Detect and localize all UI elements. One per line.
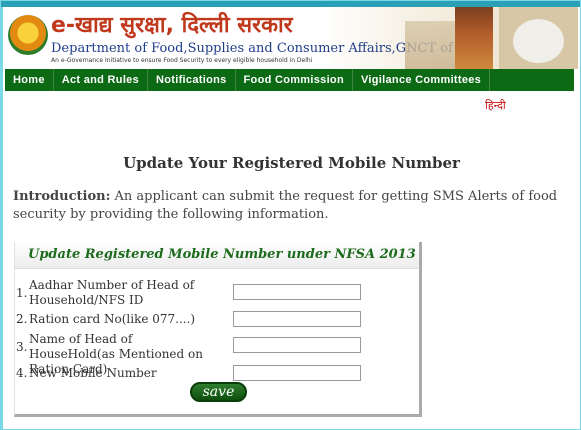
row-number: 2. bbox=[16, 312, 28, 326]
ration-card-input[interactable] bbox=[233, 311, 361, 327]
language-toggle-link[interactable]: हिन्दी bbox=[485, 98, 506, 113]
page-title: Update Your Registered Mobile Number bbox=[123, 154, 460, 172]
left-border bbox=[1, 7, 3, 429]
aadhar-label: Aadhar Number of Head of Household/NFS I… bbox=[29, 278, 195, 307]
header-photo-bags bbox=[405, 21, 455, 69]
nav-food-commission[interactable]: Food Commission bbox=[236, 69, 353, 91]
nav-vigilance-committees[interactable]: Vigilance Committees bbox=[353, 69, 491, 91]
head-name-input[interactable] bbox=[233, 337, 361, 353]
page-frame: e-खाद्य सुरक्षा, दिल्ली सरकार Department… bbox=[0, 0, 581, 430]
nav-act-and-rules[interactable]: Act and Rules bbox=[54, 69, 149, 91]
row-number: 1. bbox=[16, 286, 28, 300]
aadhar-input[interactable] bbox=[233, 284, 361, 300]
header-photo-woman bbox=[455, 7, 493, 69]
logo-icon bbox=[8, 15, 48, 55]
intro-paragraph: Introduction: An applicant can submit th… bbox=[13, 188, 573, 224]
site-title-hindi: e-खाद्य सुरक्षा, दिल्ली सरकार bbox=[51, 13, 293, 38]
form-header: Update Registered Mobile Number under NF… bbox=[15, 242, 419, 269]
form-title: Update Registered Mobile Number under NF… bbox=[28, 247, 416, 262]
save-button[interactable]: save bbox=[190, 382, 247, 402]
nav-home[interactable]: Home bbox=[5, 69, 54, 91]
row-number: 3. bbox=[16, 340, 28, 354]
ration-card-label: Ration card No(like 077....) bbox=[29, 312, 196, 326]
header-photo-grain bbox=[499, 7, 578, 69]
mobile-label: New Mobile Number bbox=[29, 366, 157, 380]
site-header: e-खाद्य सुरक्षा, दिल्ली सरकार Department… bbox=[3, 7, 578, 69]
tagline: An e-Governance Initiative to ensure Foo… bbox=[51, 57, 313, 64]
update-mobile-form: Update Registered Mobile Number under NF… bbox=[14, 242, 422, 417]
nav-notifications[interactable]: Notifications bbox=[148, 69, 236, 91]
row-number: 4. bbox=[16, 366, 28, 380]
mobile-input[interactable] bbox=[233, 365, 361, 381]
main-nav: Home Act and Rules Notifications Food Co… bbox=[5, 69, 574, 91]
intro-label: Introduction: bbox=[13, 189, 111, 204]
